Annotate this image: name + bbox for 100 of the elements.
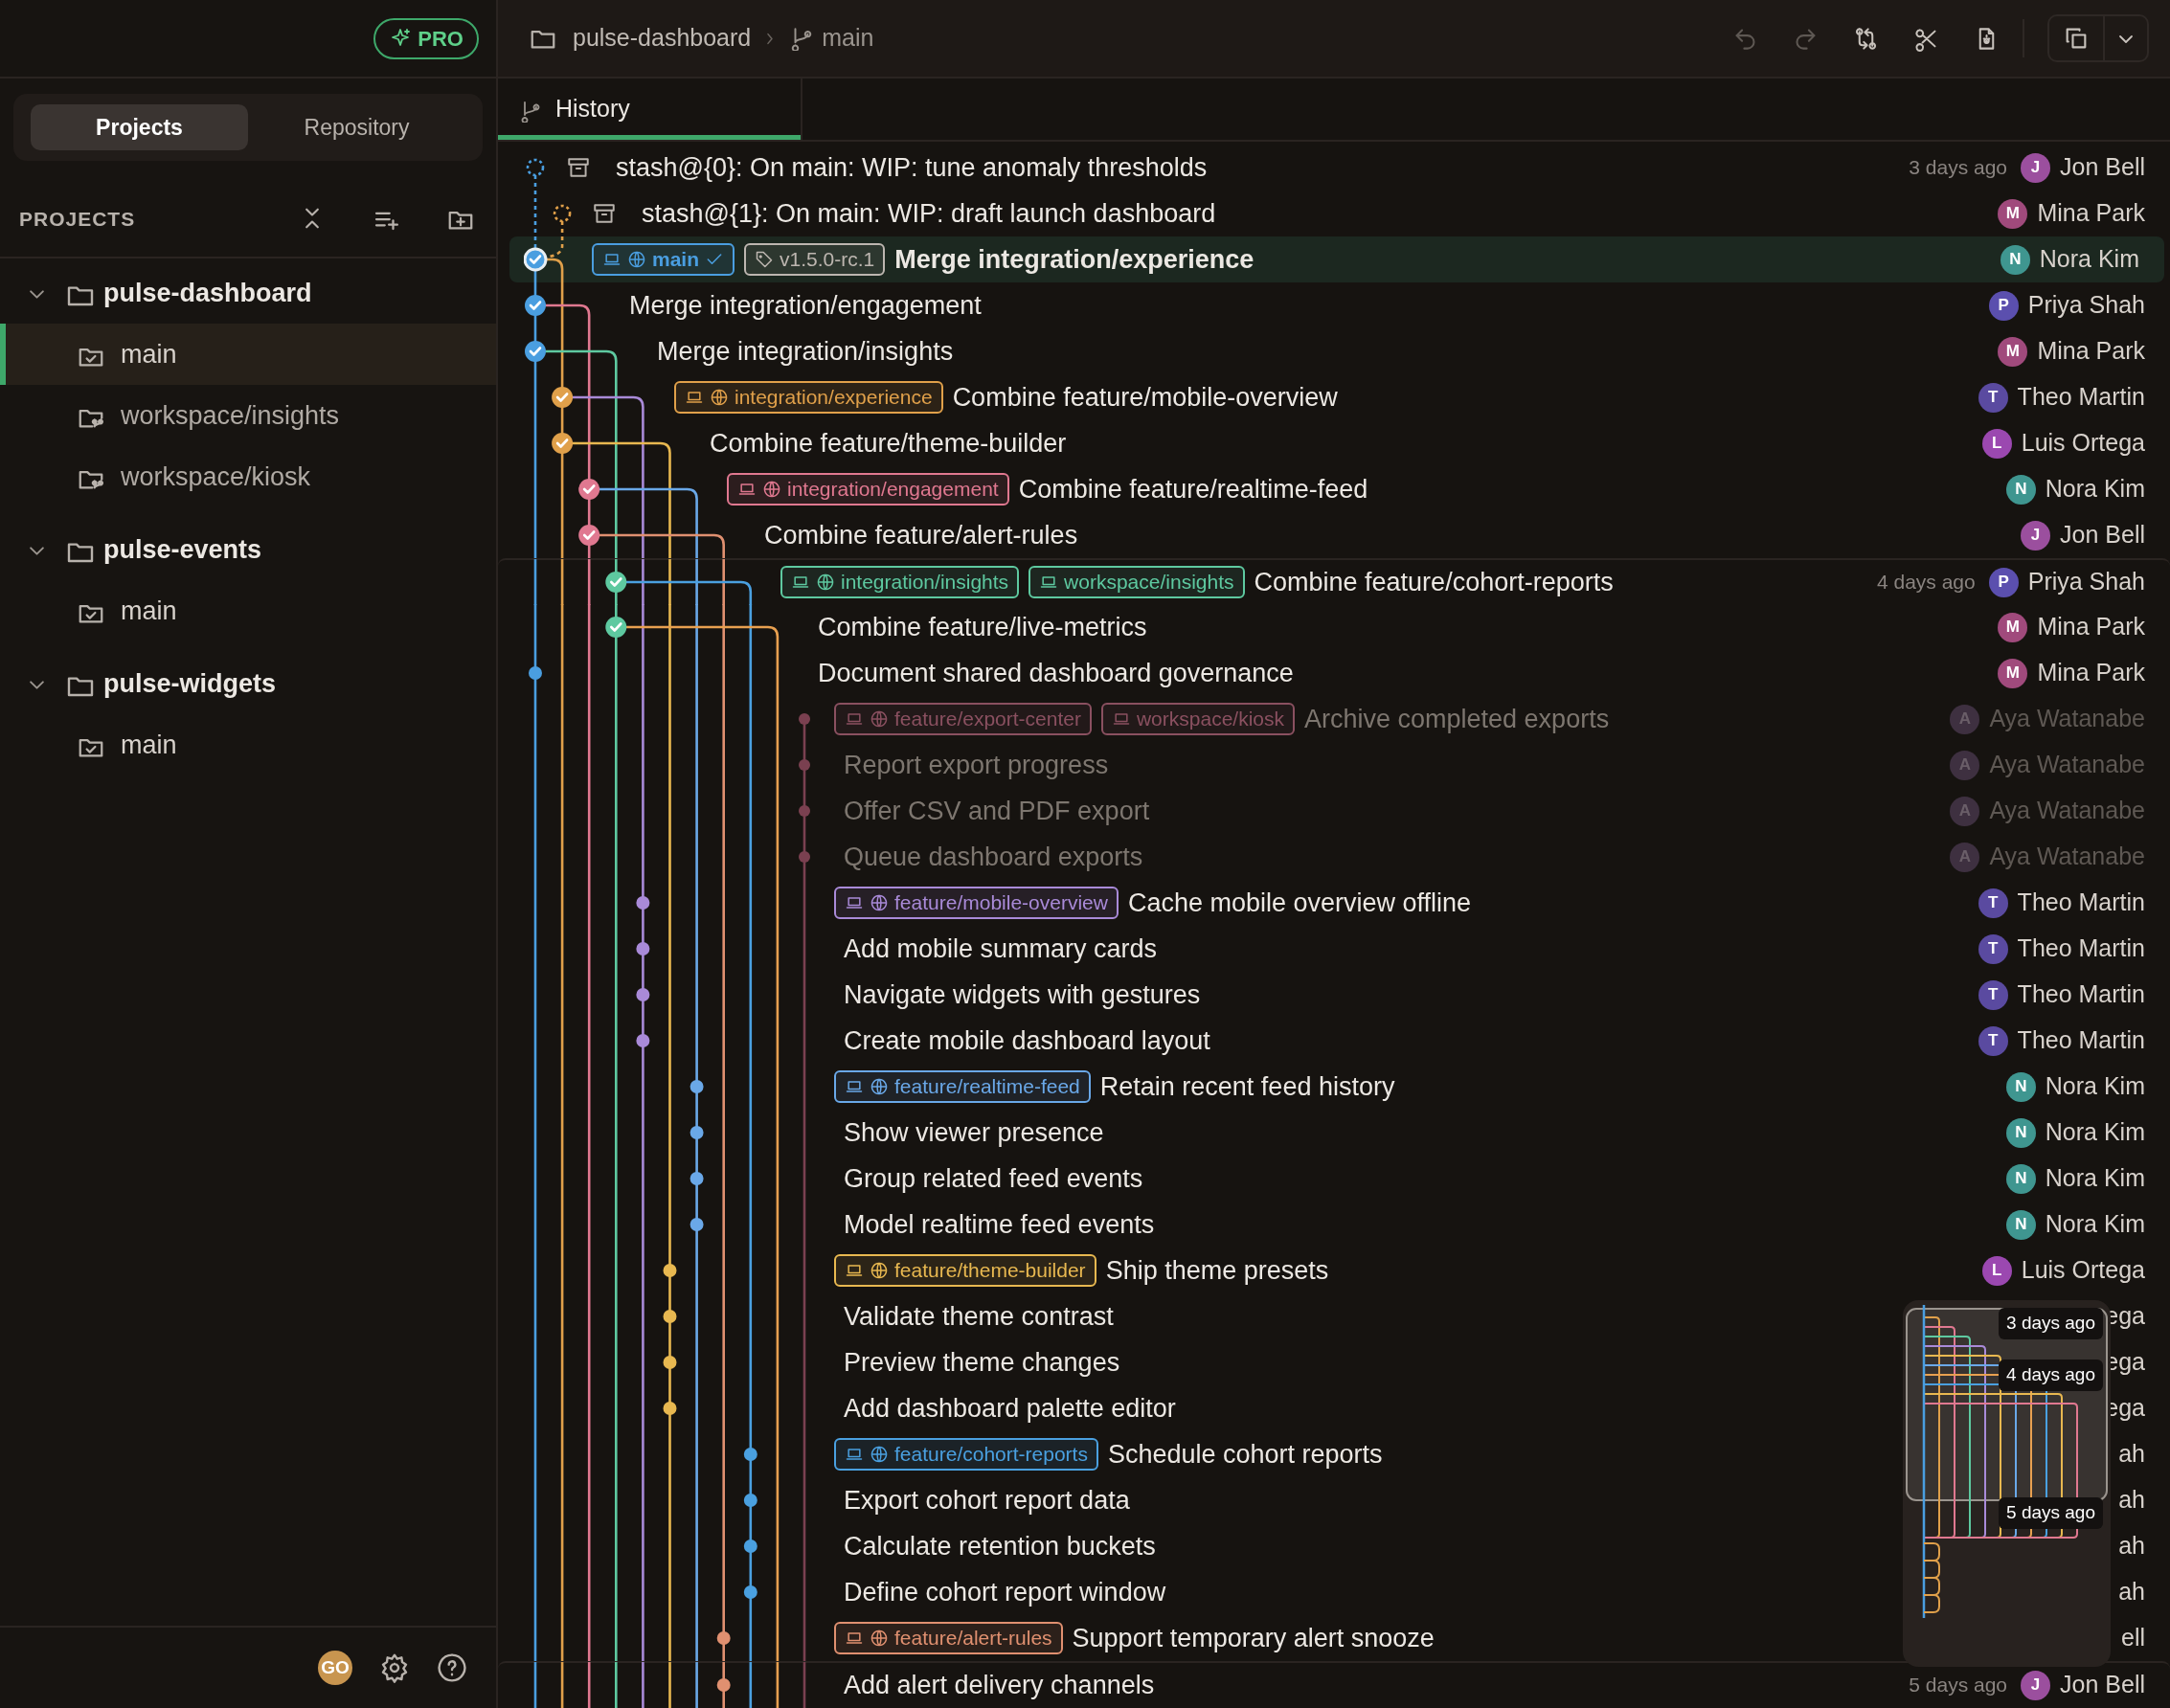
commit-message: Navigate widgets with gestures bbox=[844, 978, 1201, 1011]
project-breadcrumb[interactable]: pulse-dashboard bbox=[573, 20, 752, 56]
branch-item[interactable]: workspace/kiosk bbox=[0, 446, 496, 507]
branch-item[interactable]: workspace/insights bbox=[0, 385, 496, 446]
author-name: Nora Kim bbox=[2045, 1117, 2145, 1148]
chevron-down-icon bbox=[2118, 34, 2134, 44]
globe-icon bbox=[870, 1261, 889, 1280]
pro-badge[interactable]: PRO bbox=[373, 17, 479, 59]
commit-message: Cache mobile overview offline bbox=[1127, 887, 1472, 919]
section-title: PROJECTS bbox=[19, 207, 137, 233]
globe-icon bbox=[870, 893, 889, 912]
author-name: Theo Martin bbox=[2017, 979, 2145, 1010]
project-item[interactable]: pulse-dashboard bbox=[0, 262, 496, 324]
author-name: Theo Martin bbox=[2017, 1025, 2145, 1056]
author-avatar: N bbox=[2005, 1071, 2036, 1102]
author-name: Jon Bell bbox=[2060, 152, 2145, 183]
author-name: Nora Kim bbox=[2045, 1209, 2145, 1240]
commit-date: 5 days ago bbox=[1909, 1673, 2008, 1698]
commit-message: Preview theme changes bbox=[844, 1346, 1120, 1379]
branch-item[interactable]: main bbox=[0, 324, 496, 385]
author-avatar: T bbox=[1978, 888, 2008, 918]
author-avatar: J bbox=[2021, 152, 2051, 183]
segment-tab[interactable]: Repository bbox=[248, 104, 465, 150]
history-tab[interactable]: History bbox=[498, 79, 802, 140]
author-avatar: T bbox=[1978, 933, 2008, 964]
author-avatar: L bbox=[1981, 428, 2012, 459]
author-name: Nora Kim bbox=[2039, 244, 2139, 275]
commit-message: Calculate retention buckets bbox=[844, 1530, 1156, 1562]
project-item[interactable]: pulse-widgets bbox=[0, 653, 496, 714]
branch-item[interactable]: main bbox=[0, 714, 496, 775]
author-avatar: P bbox=[1988, 567, 2019, 597]
branch-label[interactable]: workspace/insights bbox=[1028, 566, 1245, 598]
author-name: Mina Park bbox=[2037, 336, 2145, 367]
minimap-date-label: 3 days ago bbox=[1999, 1308, 2103, 1339]
commit-message: Archive completed exports bbox=[1304, 703, 1610, 735]
branch-item[interactable]: main bbox=[0, 580, 496, 641]
commit-message: Combine feature/live-metrics bbox=[818, 611, 1147, 643]
author-avatar: J bbox=[2021, 520, 2051, 551]
author-avatar: L bbox=[1981, 1255, 2012, 1286]
commit-message: Add dashboard palette editor bbox=[844, 1392, 1176, 1425]
commit-message: Group related feed events bbox=[844, 1162, 1143, 1195]
segment-tab[interactable]: Projects bbox=[31, 104, 248, 150]
commit-message: Define cohort report window bbox=[844, 1576, 1166, 1608]
branch-breadcrumb[interactable]: main bbox=[822, 20, 874, 56]
commit-message: Merge integration/engagement bbox=[629, 289, 982, 322]
minimap-panel[interactable]: 3 days ago 4 days ago 5 days ago bbox=[1903, 1300, 2111, 1667]
help-button[interactable] bbox=[437, 1652, 467, 1683]
globe-icon bbox=[870, 1629, 889, 1648]
commit-message: Validate theme contrast bbox=[844, 1300, 1114, 1333]
branch-label[interactable]: integration/engagement bbox=[727, 473, 1009, 506]
commit-message: Report export progress bbox=[844, 749, 1109, 781]
author-name: Priya Shah bbox=[2027, 290, 2145, 321]
commit-message: Offer CSV and PDF export bbox=[844, 795, 1150, 827]
globe-icon bbox=[627, 250, 646, 269]
author-name: Priya Shah bbox=[2027, 567, 2145, 597]
settings-button[interactable] bbox=[379, 1652, 410, 1683]
author-name: ah bbox=[2118, 1439, 2145, 1470]
compare-arrows-icon bbox=[1853, 25, 1879, 52]
commit-message: Show viewer presence bbox=[844, 1116, 1104, 1149]
author-name: Jon Bell bbox=[2060, 520, 2145, 551]
author-name: Aya Watanabe bbox=[1989, 842, 2145, 872]
commit-message: Document shared dashboard governance bbox=[818, 657, 1294, 689]
globe-icon bbox=[870, 709, 889, 729]
author-avatar: T bbox=[1978, 1025, 2008, 1056]
author-name: Luis Ortega bbox=[2021, 428, 2145, 459]
author-name: ell bbox=[2121, 1623, 2145, 1653]
branch-label[interactable]: feature/realtime-feed bbox=[834, 1070, 1091, 1103]
branch-label[interactable]: feature/cohort-reports bbox=[834, 1438, 1098, 1471]
author-avatar: M bbox=[1998, 658, 2028, 688]
branch-label[interactable]: feature/theme-builder bbox=[834, 1254, 1096, 1287]
globe-icon bbox=[870, 1077, 889, 1096]
tag-label[interactable]: v1.5.0-rc.1 bbox=[744, 243, 886, 276]
commit-message: Combine feature/realtime-feed bbox=[1018, 473, 1368, 506]
project-item[interactable]: pulse-events bbox=[0, 519, 496, 580]
archive-icon bbox=[592, 201, 617, 226]
author-name: Theo Martin bbox=[2017, 933, 2145, 964]
commit-message: Add alert delivery channels bbox=[844, 1669, 1155, 1701]
author-avatar: M bbox=[1998, 612, 2028, 642]
author-name: ah bbox=[2118, 1577, 2145, 1607]
globe-icon bbox=[710, 388, 729, 407]
branch-label[interactable]: integration/insights bbox=[780, 566, 1020, 598]
author-avatar: T bbox=[1978, 979, 2008, 1010]
author-name: Mina Park bbox=[2037, 198, 2145, 229]
author-avatar: N bbox=[2005, 1163, 2036, 1194]
branch-label[interactable]: main bbox=[592, 243, 735, 276]
branch-label[interactable]: integration/experience bbox=[674, 381, 943, 414]
author-avatar: T bbox=[1978, 382, 2008, 413]
globe-icon bbox=[762, 480, 781, 499]
compare-button[interactable] bbox=[1853, 25, 1879, 52]
commit-message: Queue dashboard exports bbox=[844, 841, 1143, 873]
author-avatar: N bbox=[2005, 474, 2036, 505]
author-name: Mina Park bbox=[2037, 612, 2145, 642]
commit-message: Schedule cohort reports bbox=[1107, 1438, 1383, 1471]
minimap-date-label: 4 days ago bbox=[1999, 1360, 2103, 1391]
branch-label[interactable]: feature/mobile-overview bbox=[834, 887, 1119, 919]
chevron-down-icon bbox=[29, 289, 45, 301]
author-name: Theo Martin bbox=[2017, 382, 2145, 413]
branch-label[interactable]: feature/alert-rules bbox=[834, 1622, 1063, 1654]
commit-message: Support temporary alert snooze bbox=[1072, 1622, 1435, 1654]
author-avatar: N bbox=[2005, 1209, 2036, 1240]
